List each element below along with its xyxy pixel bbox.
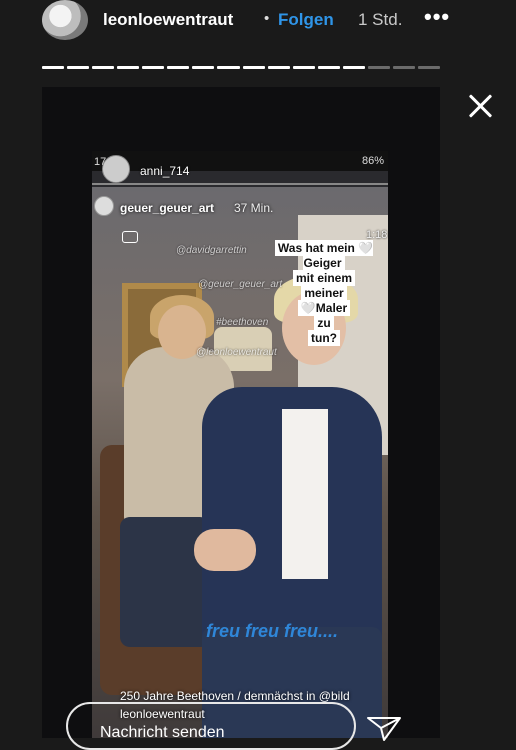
- follow-button[interactable]: Folgen: [278, 10, 334, 30]
- phone-status-bar: 17 86%: [92, 151, 388, 171]
- progress-segment: [342, 66, 365, 69]
- caption-line: 🤍Maler: [297, 300, 351, 316]
- caption-line: tun?: [308, 330, 340, 346]
- caption-line: Was hat mein 🤍Geiger: [274, 240, 374, 271]
- progress-segment: [42, 66, 65, 69]
- username[interactable]: leonloewentraut: [103, 10, 233, 30]
- hands: [194, 529, 256, 571]
- repost-avatar-icon: [102, 155, 130, 183]
- progress-segment: [117, 66, 140, 69]
- progress-segment: [367, 66, 390, 69]
- progress-segment: [267, 66, 290, 69]
- story-caption: Was hat mein 🤍Geiger mit einem meiner 🤍Male…: [258, 240, 388, 346]
- caption-line: mit einem: [292, 270, 355, 286]
- progress-segment: [67, 66, 90, 69]
- progress-segment: [217, 66, 240, 69]
- progress-segment: [142, 66, 165, 69]
- message-placeholder: Nachricht senden: [100, 724, 225, 741]
- progress-segment: [192, 66, 215, 69]
- reposted-story: 17 86% anni_714 geuer_geuer_art 37 Min. …: [92, 151, 388, 738]
- post-time: 1 Std.: [358, 10, 403, 29]
- repost-progress: [92, 183, 388, 185]
- progress-segment: [292, 66, 315, 69]
- original-avatar-icon: [94, 196, 114, 216]
- story-progress: [42, 66, 440, 69]
- send-icon[interactable]: [366, 716, 402, 742]
- mention-tag: @leonloewentraut: [196, 347, 277, 358]
- repost-username: anni_714: [140, 164, 190, 178]
- separator: •: [264, 10, 270, 27]
- caption-line: zu: [314, 315, 334, 331]
- close-icon[interactable]: [468, 93, 494, 119]
- overlay-text: freu freu freu....: [206, 621, 339, 641]
- more-options-icon[interactable]: •••: [424, 4, 450, 30]
- message-input[interactable]: Nachricht senden: [66, 702, 356, 750]
- caption-line: meiner: [301, 285, 347, 301]
- avatar-icon[interactable]: [42, 0, 88, 40]
- story-frame[interactable]: 17 86% anni_714 geuer_geuer_art 37 Min. …: [42, 87, 440, 738]
- jeans: [120, 517, 210, 647]
- progress-segment: [392, 66, 415, 69]
- progress-segment: [417, 66, 440, 69]
- bottom-caption: 250 Jahre Beethoven / demnächst in @bild: [120, 689, 350, 703]
- status-battery: 86%: [361, 155, 384, 167]
- progress-segment: [242, 66, 265, 69]
- shirt: [282, 409, 328, 579]
- progress-segment: [167, 66, 190, 69]
- mention-tag: @davidgarrettin: [176, 245, 247, 256]
- progress-segment: [317, 66, 340, 69]
- original-time: 37 Min.: [234, 201, 274, 215]
- original-username: geuer_geuer_art: [120, 201, 215, 215]
- story-header: leonloewentraut • Folgen 1 Std. •••: [0, 0, 516, 44]
- video-icon: [122, 231, 138, 243]
- progress-segment: [92, 66, 115, 69]
